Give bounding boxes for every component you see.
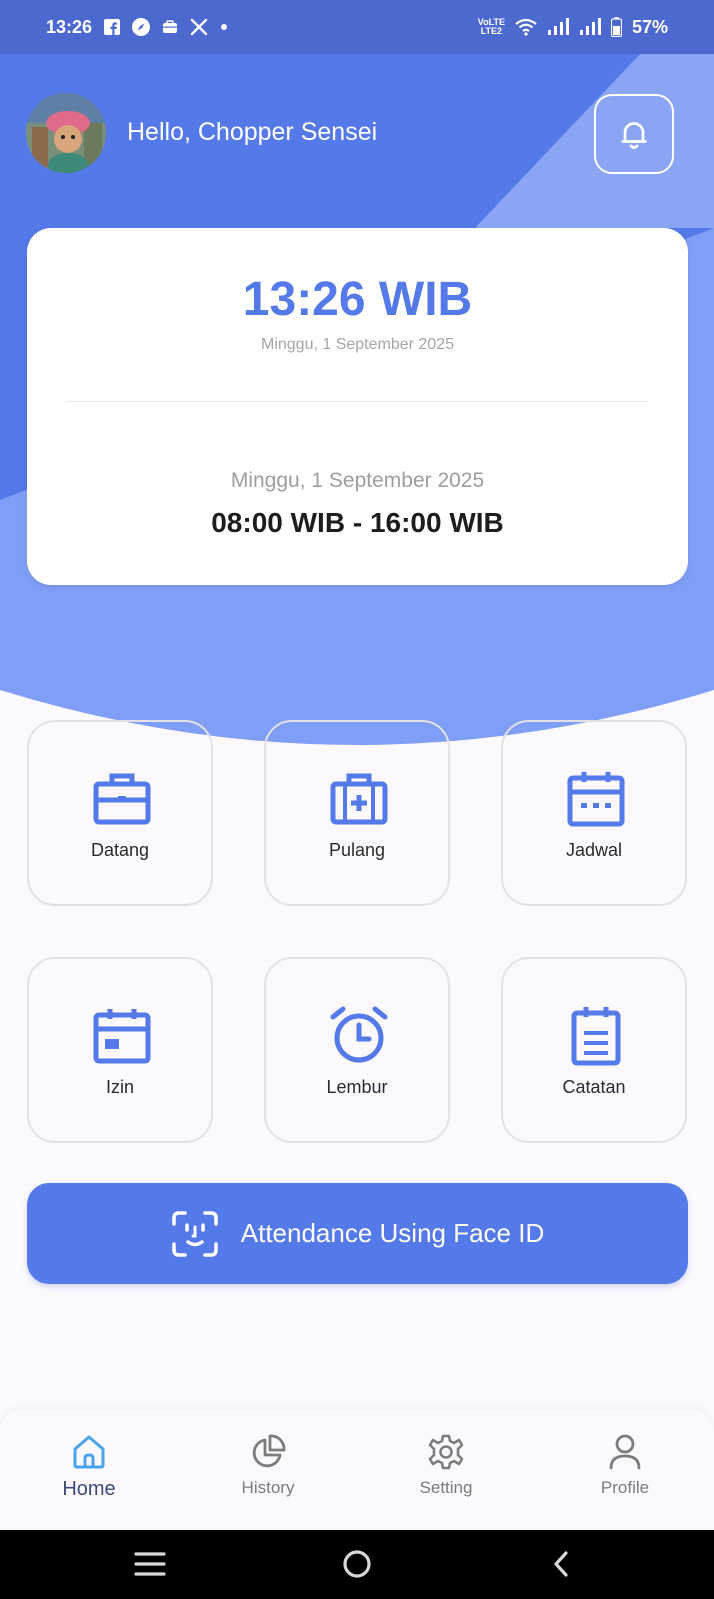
dot-icon xyxy=(220,23,228,31)
battery-percent: 57% xyxy=(631,16,668,37)
face-id-attendance-button[interactable]: Attendance Using Face ID xyxy=(27,1183,688,1284)
nav-profile[interactable]: Profile xyxy=(565,1432,685,1498)
menu-label: Datang xyxy=(90,840,150,860)
nav-label: Home xyxy=(62,1478,116,1500)
bell-icon xyxy=(621,122,647,149)
gear-icon xyxy=(428,1434,464,1470)
menu-lembur[interactable]: Lembur xyxy=(264,957,450,1143)
menu-pulang[interactable]: Pulang xyxy=(264,720,450,906)
calendar-icon xyxy=(93,1009,151,1064)
menu-label: Lembur xyxy=(326,1077,388,1097)
user-icon xyxy=(609,1434,641,1470)
shift-date: Minggu, 1 September 2025 xyxy=(230,469,485,492)
recents-icon[interactable] xyxy=(134,1552,166,1576)
menu-datang[interactable]: Datang xyxy=(27,720,213,906)
compass-icon xyxy=(132,18,151,36)
briefcase-icon xyxy=(93,773,151,825)
status-time: 13:26 xyxy=(46,16,93,37)
home-icon xyxy=(73,1435,105,1469)
network-label: LTE2 xyxy=(480,26,503,36)
avatar[interactable] xyxy=(26,93,106,173)
menu-label: Catatan xyxy=(562,1077,626,1097)
medical-briefcase-icon xyxy=(330,773,388,825)
time-card: 13:26 WIB Minggu, 1 September 2025 Mingg… xyxy=(27,228,688,585)
signal-icon xyxy=(547,18,569,36)
x-icon xyxy=(190,18,208,36)
alarm-clock-icon xyxy=(330,1006,388,1063)
briefcase-icon xyxy=(162,19,178,35)
menu-label: Izin xyxy=(105,1077,134,1097)
system-nav-bar xyxy=(0,1530,714,1599)
battery-icon xyxy=(610,17,622,37)
pie-chart-icon xyxy=(252,1434,286,1468)
signal-icon xyxy=(579,18,601,36)
menu-label: Jadwal xyxy=(565,840,623,860)
greeting-text: Hello, Chopper Sensei xyxy=(127,118,378,146)
current-time: 13:26 WIB xyxy=(242,273,473,326)
calendar-dots-icon xyxy=(567,772,625,827)
menu-jadwal[interactable]: Jadwal xyxy=(501,720,687,906)
home-circle-icon[interactable] xyxy=(343,1550,371,1578)
nav-setting[interactable]: Setting xyxy=(386,1432,506,1498)
bottom-nav: Home History Setting Profile xyxy=(0,1410,714,1530)
current-date: Minggu, 1 September 2025 xyxy=(260,336,454,353)
nav-label: History xyxy=(241,1478,295,1497)
face-id-icon xyxy=(172,1210,218,1257)
wifi-icon xyxy=(515,18,537,36)
shift-time: 08:00 WIB - 16:00 WIB xyxy=(211,507,504,538)
status-bar: 13:26 VoLTE LTE2 57% xyxy=(0,0,714,54)
back-icon[interactable] xyxy=(554,1551,568,1577)
menu-izin[interactable]: Izin xyxy=(27,957,213,1143)
notification-button[interactable] xyxy=(594,94,674,174)
face-id-button-label: Attendance Using Face ID xyxy=(240,1218,545,1248)
nav-home[interactable]: Home xyxy=(29,1432,149,1501)
clipboard-icon xyxy=(571,1007,621,1066)
facebook-icon xyxy=(104,19,121,35)
divider xyxy=(67,401,648,402)
volte-icon: VoLTE LTE2 xyxy=(477,17,505,36)
nav-history[interactable]: History xyxy=(208,1432,328,1498)
menu-catatan[interactable]: Catatan xyxy=(501,957,687,1143)
nav-label: Setting xyxy=(419,1478,473,1497)
menu-label: Pulang xyxy=(328,840,386,860)
nav-label: Profile xyxy=(600,1478,650,1497)
